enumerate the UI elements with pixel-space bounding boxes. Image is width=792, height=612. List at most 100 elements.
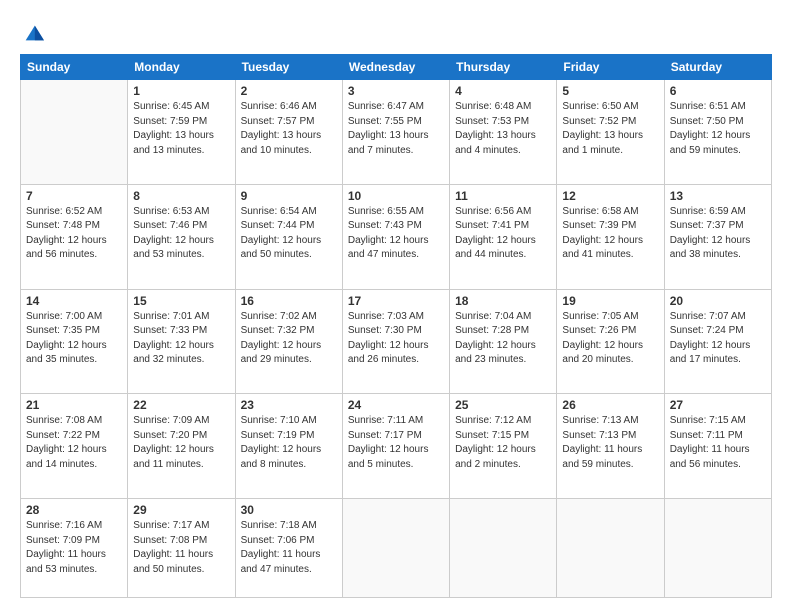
calendar-cell: 15 Sunrise: 7:01 AMSunset: 7:33 PMDayligh… xyxy=(128,289,235,394)
day-number: 23 xyxy=(241,398,337,412)
calendar-cell: 11 Sunrise: 6:56 AMSunset: 7:41 PMDayligh… xyxy=(450,184,557,289)
day-number: 14 xyxy=(26,294,122,308)
weekday-header-tuesday: Tuesday xyxy=(235,55,342,80)
day-number: 4 xyxy=(455,84,551,98)
day-number: 8 xyxy=(133,189,229,203)
day-number: 29 xyxy=(133,503,229,517)
day-info: Sunrise: 6:50 AMSunset: 7:52 PMDaylight:… xyxy=(562,100,658,158)
day-number: 20 xyxy=(670,294,766,308)
day-info: Sunrise: 7:10 AMSunset: 7:19 PMDaylight:… xyxy=(241,414,337,472)
calendar-cell: 19 Sunrise: 7:05 AMSunset: 7:26 PMDayligh… xyxy=(557,289,664,394)
day-info: Sunrise: 6:46 AMSunset: 7:57 PMDaylight:… xyxy=(241,100,337,158)
weekday-header-wednesday: Wednesday xyxy=(342,55,449,80)
calendar-cell: 12Sunrise: 6:58 AMSunset: 7:39 PMDayligh… xyxy=(557,184,664,289)
calendar-cell: 16 Sunrise: 7:02 AMSunset: 7:32 PMDayligh… xyxy=(235,289,342,394)
calendar-cell: 13Sunrise: 6:59 AMSunset: 7:37 PMDayligh… xyxy=(664,184,771,289)
weekday-header-row: SundayMondayTuesdayWednesdayThursdayFrid… xyxy=(21,55,772,80)
header xyxy=(20,18,772,44)
calendar-cell: 27Sunrise: 7:15 AMSunset: 7:11 PMDayligh… xyxy=(664,394,771,499)
day-info: Sunrise: 6:47 AMSunset: 7:55 PMDaylight:… xyxy=(348,100,444,158)
day-number: 1 xyxy=(133,84,229,98)
calendar-cell: 22Sunrise: 7:09 AMSunset: 7:20 PMDayligh… xyxy=(128,394,235,499)
day-number: 19 xyxy=(562,294,658,308)
page: SundayMondayTuesdayWednesdayThursdayFrid… xyxy=(0,0,792,612)
calendar-week-row: 14 Sunrise: 7:00 AMSunset: 7:35 PMDayligh… xyxy=(21,289,772,394)
calendar-cell: 1 Sunrise: 6:45 AMSunset: 7:59 PMDaylight… xyxy=(128,80,235,185)
calendar-cell: 5Sunrise: 6:50 AMSunset: 7:52 PMDaylight… xyxy=(557,80,664,185)
calendar-cell: 10 Sunrise: 6:55 AMSunset: 7:43 PMDayligh… xyxy=(342,184,449,289)
day-info: Sunrise: 7:00 AMSunset: 7:35 PMDaylight:… xyxy=(26,310,122,368)
day-info: Sunrise: 6:56 AMSunset: 7:41 PMDaylight:… xyxy=(455,205,551,263)
calendar-cell: 28 Sunrise: 7:16 AMSunset: 7:09 PMDayligh… xyxy=(21,499,128,598)
day-info: Sunrise: 6:53 AMSunset: 7:46 PMDaylight:… xyxy=(133,205,229,263)
day-info: Sunrise: 7:17 AMSunset: 7:08 PMDaylight:… xyxy=(133,519,229,577)
calendar-cell: 18Sunrise: 7:04 AMSunset: 7:28 PMDayligh… xyxy=(450,289,557,394)
calendar-week-row: 21 Sunrise: 7:08 AMSunset: 7:22 PMDayligh… xyxy=(21,394,772,499)
day-number: 10 xyxy=(348,189,444,203)
day-info: Sunrise: 6:55 AMSunset: 7:43 PMDaylight:… xyxy=(348,205,444,263)
calendar-cell: 25 Sunrise: 7:12 AMSunset: 7:15 PMDayligh… xyxy=(450,394,557,499)
weekday-header-saturday: Saturday xyxy=(664,55,771,80)
calendar-cell xyxy=(342,499,449,598)
day-info: Sunrise: 7:03 AMSunset: 7:30 PMDaylight:… xyxy=(348,310,444,368)
day-number: 6 xyxy=(670,84,766,98)
day-info: Sunrise: 6:45 AMSunset: 7:59 PMDaylight:… xyxy=(133,100,229,158)
day-number: 9 xyxy=(241,189,337,203)
day-number: 30 xyxy=(241,503,337,517)
day-info: Sunrise: 7:18 AMSunset: 7:06 PMDaylight:… xyxy=(241,519,337,577)
day-info: Sunrise: 7:16 AMSunset: 7:09 PMDaylight:… xyxy=(26,519,122,577)
day-info: Sunrise: 7:15 AMSunset: 7:11 PMDaylight:… xyxy=(670,414,766,472)
calendar-cell: 4Sunrise: 6:48 AMSunset: 7:53 PMDaylight… xyxy=(450,80,557,185)
weekday-header-sunday: Sunday xyxy=(21,55,128,80)
calendar-cell: 30 Sunrise: 7:18 AMSunset: 7:06 PMDayligh… xyxy=(235,499,342,598)
calendar-cell: 26 Sunrise: 7:13 AMSunset: 7:13 PMDayligh… xyxy=(557,394,664,499)
weekday-header-friday: Friday xyxy=(557,55,664,80)
logo xyxy=(20,22,44,44)
day-number: 11 xyxy=(455,189,551,203)
day-number: 28 xyxy=(26,503,122,517)
day-number: 16 xyxy=(241,294,337,308)
day-number: 12 xyxy=(562,189,658,203)
calendar-cell: 3 Sunrise: 6:47 AMSunset: 7:55 PMDaylight… xyxy=(342,80,449,185)
day-info: Sunrise: 7:08 AMSunset: 7:22 PMDaylight:… xyxy=(26,414,122,472)
day-number: 18 xyxy=(455,294,551,308)
calendar-cell: 21 Sunrise: 7:08 AMSunset: 7:22 PMDayligh… xyxy=(21,394,128,499)
calendar-cell: 14 Sunrise: 7:00 AMSunset: 7:35 PMDayligh… xyxy=(21,289,128,394)
calendar-cell: 2Sunrise: 6:46 AMSunset: 7:57 PMDaylight… xyxy=(235,80,342,185)
day-number: 25 xyxy=(455,398,551,412)
day-info: Sunrise: 7:02 AMSunset: 7:32 PMDaylight:… xyxy=(241,310,337,368)
day-info: Sunrise: 7:05 AMSunset: 7:26 PMDaylight:… xyxy=(562,310,658,368)
day-info: Sunrise: 7:07 AMSunset: 7:24 PMDaylight:… xyxy=(670,310,766,368)
calendar-cell xyxy=(21,80,128,185)
calendar-cell xyxy=(450,499,557,598)
calendar-week-row: 7 Sunrise: 6:52 AMSunset: 7:48 PMDaylight… xyxy=(21,184,772,289)
calendar-week-row: 28 Sunrise: 7:16 AMSunset: 7:09 PMDayligh… xyxy=(21,499,772,598)
calendar-cell: 9Sunrise: 6:54 AMSunset: 7:44 PMDaylight… xyxy=(235,184,342,289)
day-info: Sunrise: 7:11 AMSunset: 7:17 PMDaylight:… xyxy=(348,414,444,472)
day-number: 15 xyxy=(133,294,229,308)
day-info: Sunrise: 6:52 AMSunset: 7:48 PMDaylight:… xyxy=(26,205,122,263)
calendar-cell: 7 Sunrise: 6:52 AMSunset: 7:48 PMDaylight… xyxy=(21,184,128,289)
calendar-table: SundayMondayTuesdayWednesdayThursdayFrid… xyxy=(20,54,772,598)
day-info: Sunrise: 7:13 AMSunset: 7:13 PMDaylight:… xyxy=(562,414,658,472)
day-info: Sunrise: 7:01 AMSunset: 7:33 PMDaylight:… xyxy=(133,310,229,368)
calendar-week-row: 1 Sunrise: 6:45 AMSunset: 7:59 PMDaylight… xyxy=(21,80,772,185)
calendar-cell xyxy=(664,499,771,598)
logo-icon xyxy=(22,22,44,44)
day-number: 3 xyxy=(348,84,444,98)
calendar-cell: 6 Sunrise: 6:51 AMSunset: 7:50 PMDaylight… xyxy=(664,80,771,185)
day-number: 17 xyxy=(348,294,444,308)
day-number: 24 xyxy=(348,398,444,412)
calendar-cell: 23 Sunrise: 7:10 AMSunset: 7:19 PMDayligh… xyxy=(235,394,342,499)
day-number: 26 xyxy=(562,398,658,412)
calendar-cell: 8 Sunrise: 6:53 AMSunset: 7:46 PMDaylight… xyxy=(128,184,235,289)
calendar-cell: 29 Sunrise: 7:17 AMSunset: 7:08 PMDayligh… xyxy=(128,499,235,598)
day-info: Sunrise: 7:12 AMSunset: 7:15 PMDaylight:… xyxy=(455,414,551,472)
day-number: 7 xyxy=(26,189,122,203)
calendar-cell: 20 Sunrise: 7:07 AMSunset: 7:24 PMDayligh… xyxy=(664,289,771,394)
day-number: 21 xyxy=(26,398,122,412)
day-info: Sunrise: 6:59 AMSunset: 7:37 PMDaylight:… xyxy=(670,205,766,263)
day-info: Sunrise: 6:51 AMSunset: 7:50 PMDaylight:… xyxy=(670,100,766,158)
calendar-cell: 17 Sunrise: 7:03 AMSunset: 7:30 PMDayligh… xyxy=(342,289,449,394)
day-number: 22 xyxy=(133,398,229,412)
